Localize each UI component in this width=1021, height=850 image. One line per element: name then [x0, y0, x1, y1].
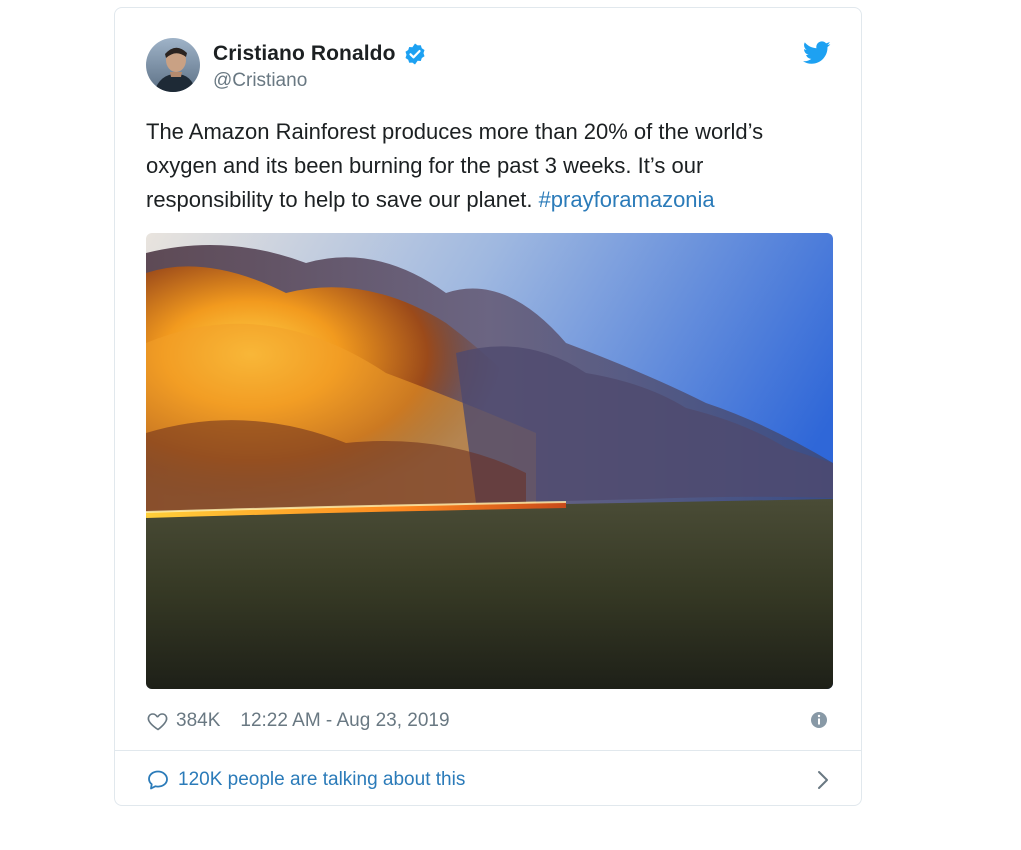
avatar[interactable] — [146, 38, 200, 92]
hashtag-link[interactable]: #prayforamazonia — [539, 187, 715, 212]
divider — [115, 750, 861, 751]
handle[interactable]: @Cristiano — [213, 70, 427, 92]
display-name[interactable]: Cristiano Ronaldo — [213, 42, 396, 66]
like-count[interactable]: 384K — [176, 710, 220, 732]
twitter-bird-icon[interactable] — [802, 41, 831, 65]
talking-link[interactable]: 120K people are talking about this — [146, 766, 830, 794]
tweet-media-photo[interactable] — [146, 233, 833, 689]
tweet-text: The Amazon Rainforest produces more than… — [146, 115, 836, 217]
verified-badge-icon — [403, 42, 427, 66]
chevron-right-icon[interactable] — [816, 770, 830, 790]
heart-icon[interactable] — [146, 709, 170, 733]
info-icon[interactable] — [810, 711, 828, 729]
talking-label[interactable]: 120K people are talking about this — [178, 769, 465, 791]
speech-bubble-icon — [146, 768, 170, 792]
meta-row: 384K 12:22 AM - Aug 23, 2019 — [146, 708, 828, 734]
author-block[interactable]: Cristiano Ronaldo @Cristiano — [213, 40, 427, 92]
tweet-card: Cristiano Ronaldo @Cristiano The Amazon … — [114, 7, 862, 806]
timestamp[interactable]: 12:22 AM - Aug 23, 2019 — [240, 710, 449, 732]
